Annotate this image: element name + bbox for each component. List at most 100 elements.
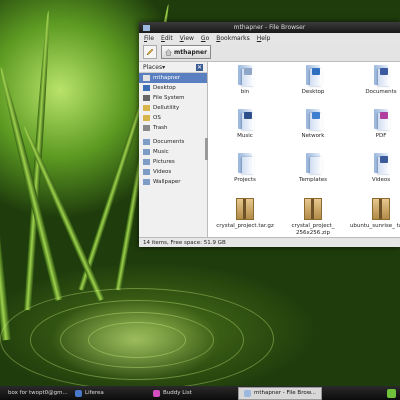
sidebar-item-label: Desktop [153,85,176,91]
menu-file[interactable]: File [144,35,154,42]
sidebar-item-label: Dellutility [153,105,180,111]
archive-icon [304,198,322,220]
sidebar-item-videos[interactable]: Videos [139,167,207,177]
taskbar: box for twopt0@gm... Liferea Buddy List mth… [0,386,400,400]
taskbar-task-label: box for twopt0@gm... [8,390,68,396]
folder-item[interactable]: Desktop [280,64,346,96]
folder-item[interactable]: Documents [348,64,400,96]
sidebar-item-wallpaper[interactable]: Wallpaper [139,177,207,187]
sidebar-item-pictures[interactable]: Pictures [139,157,207,167]
file-label: Documents [365,89,397,95]
places-sidebar: Places▾ ✕ mthapner Desktop File System Dell… [139,62,208,238]
chevron-down-icon: ▾ [162,63,166,71]
menu-go[interactable]: Go [201,35,209,42]
folder-icon [143,169,150,175]
sidebar-item-documents[interactable]: Documents [139,137,207,147]
folder-icon [372,152,390,174]
file-item[interactable]: crystal_project.tar.gz [212,196,278,230]
path-button-home[interactable]: mthapner [161,45,212,59]
window-title: mthapner - File Browser [233,24,306,31]
menu-bookmarks[interactable]: Bookmarks [216,35,250,42]
folder-icon [143,159,150,165]
file-item[interactable]: ubuntu_sunrise_ tar.gz [348,196,400,230]
sidebar-item-dellutility[interactable]: Dellutility [139,103,207,113]
chat-icon [153,389,160,397]
desktop-emblem-icon [312,68,320,75]
sidebar-item-trash[interactable]: Trash [139,123,207,133]
sidebar-item-file-system[interactable]: File System [139,93,207,103]
folder-icon [236,64,254,86]
taskbar-task[interactable]: mthapner - File Brow... [238,386,322,400]
file-label: Desktop [301,89,325,95]
home-icon [165,48,172,56]
file-label: Videos [371,177,391,183]
file-label: Templates [299,177,327,183]
folder-icon[interactable] [143,24,150,31]
file-label: Network [301,133,325,139]
sidebar-item-mthapner[interactable]: mthapner [139,73,207,83]
trash-icon [143,125,150,131]
archive-icon [236,198,254,220]
pdf-emblem-icon [380,112,388,119]
menu-bar: File Edit View Go Bookmarks Help [139,33,400,43]
gear-emblem-icon [244,68,252,75]
harddisk-icon [143,95,150,101]
globe-emblem-icon [312,112,320,119]
file-label: Projects [234,177,256,183]
sidebar-item-desktop[interactable]: Desktop [139,83,207,93]
sidebar-header-label: Places [143,63,163,71]
folder-icon [304,152,322,174]
folder-item[interactable]: Network [280,108,346,140]
desktop-icon [143,85,150,91]
sidebar-item-label: Music [153,149,169,155]
drive-icon [143,105,150,111]
folder-icon [236,108,254,130]
folder-item[interactable]: Videos [348,152,400,184]
sidebar-item-label: Wallpaper [153,179,181,185]
tray-status-icon[interactable] [387,388,396,398]
sidebar-item-os[interactable]: OS [139,113,207,123]
taskbar-task[interactable]: Liferea [70,388,148,399]
places-dropdown[interactable]: Places▾ [143,64,165,71]
sidebar-item-label: Videos [153,169,172,175]
sidebar-item-label: Trash [153,125,168,131]
close-icon[interactable]: ✕ [196,63,203,71]
folder-icon [304,64,322,86]
folder-item[interactable]: Projects [212,152,278,184]
location-toolbar: mthapner [139,43,400,62]
folder-item[interactable]: Music [212,108,278,140]
edit-location-button[interactable] [143,45,157,59]
file-view: bin Desktop Documents Music Network PDF Projec… [208,62,400,238]
feed-reader-icon [75,389,82,397]
folder-icon [236,152,254,174]
menu-edit[interactable]: Edit [161,35,173,42]
taskbar-task[interactable]: Buddy List [148,388,228,399]
film-emblem-icon [380,156,388,163]
folder-item[interactable]: bin [212,64,278,96]
folder-item[interactable]: PDF [348,108,400,140]
sidebar-header: Places▾ ✕ [139,62,207,73]
menu-view[interactable]: View [180,35,194,42]
file-label: Music [237,133,253,139]
window-titlebar[interactable]: mthapner - File Browser [139,22,400,33]
drive-icon [143,115,150,121]
path-button-label: mthapner [174,48,208,56]
taskbar-task-label: Buddy List [163,390,192,396]
folder-icon [372,64,390,86]
sidebar-item-music[interactable]: Music [139,147,207,157]
file-label: crystal_project_ 256x256.zip [291,223,335,236]
taskbar-task-label: Liferea [85,390,104,396]
file-label: crystal_project.tar.gz [216,223,274,229]
sidebar-item-label: Pictures [153,159,175,165]
music-note-emblem-icon [244,112,252,119]
taskbar-task-label: mthapner - File Brow... [254,390,316,396]
file-label: bin [240,89,250,95]
file-item[interactable]: crystal_project_ 256x256.zip [280,196,346,237]
archive-icon [372,198,390,220]
folder-icon [304,108,322,130]
taskbar-task[interactable]: box for twopt0@gm... [0,388,70,399]
sidebar-item-label: File System [153,95,185,101]
sidebar-item-label: mthapner [153,75,180,81]
menu-help[interactable]: Help [257,35,271,42]
folder-item[interactable]: Templates [280,152,346,184]
